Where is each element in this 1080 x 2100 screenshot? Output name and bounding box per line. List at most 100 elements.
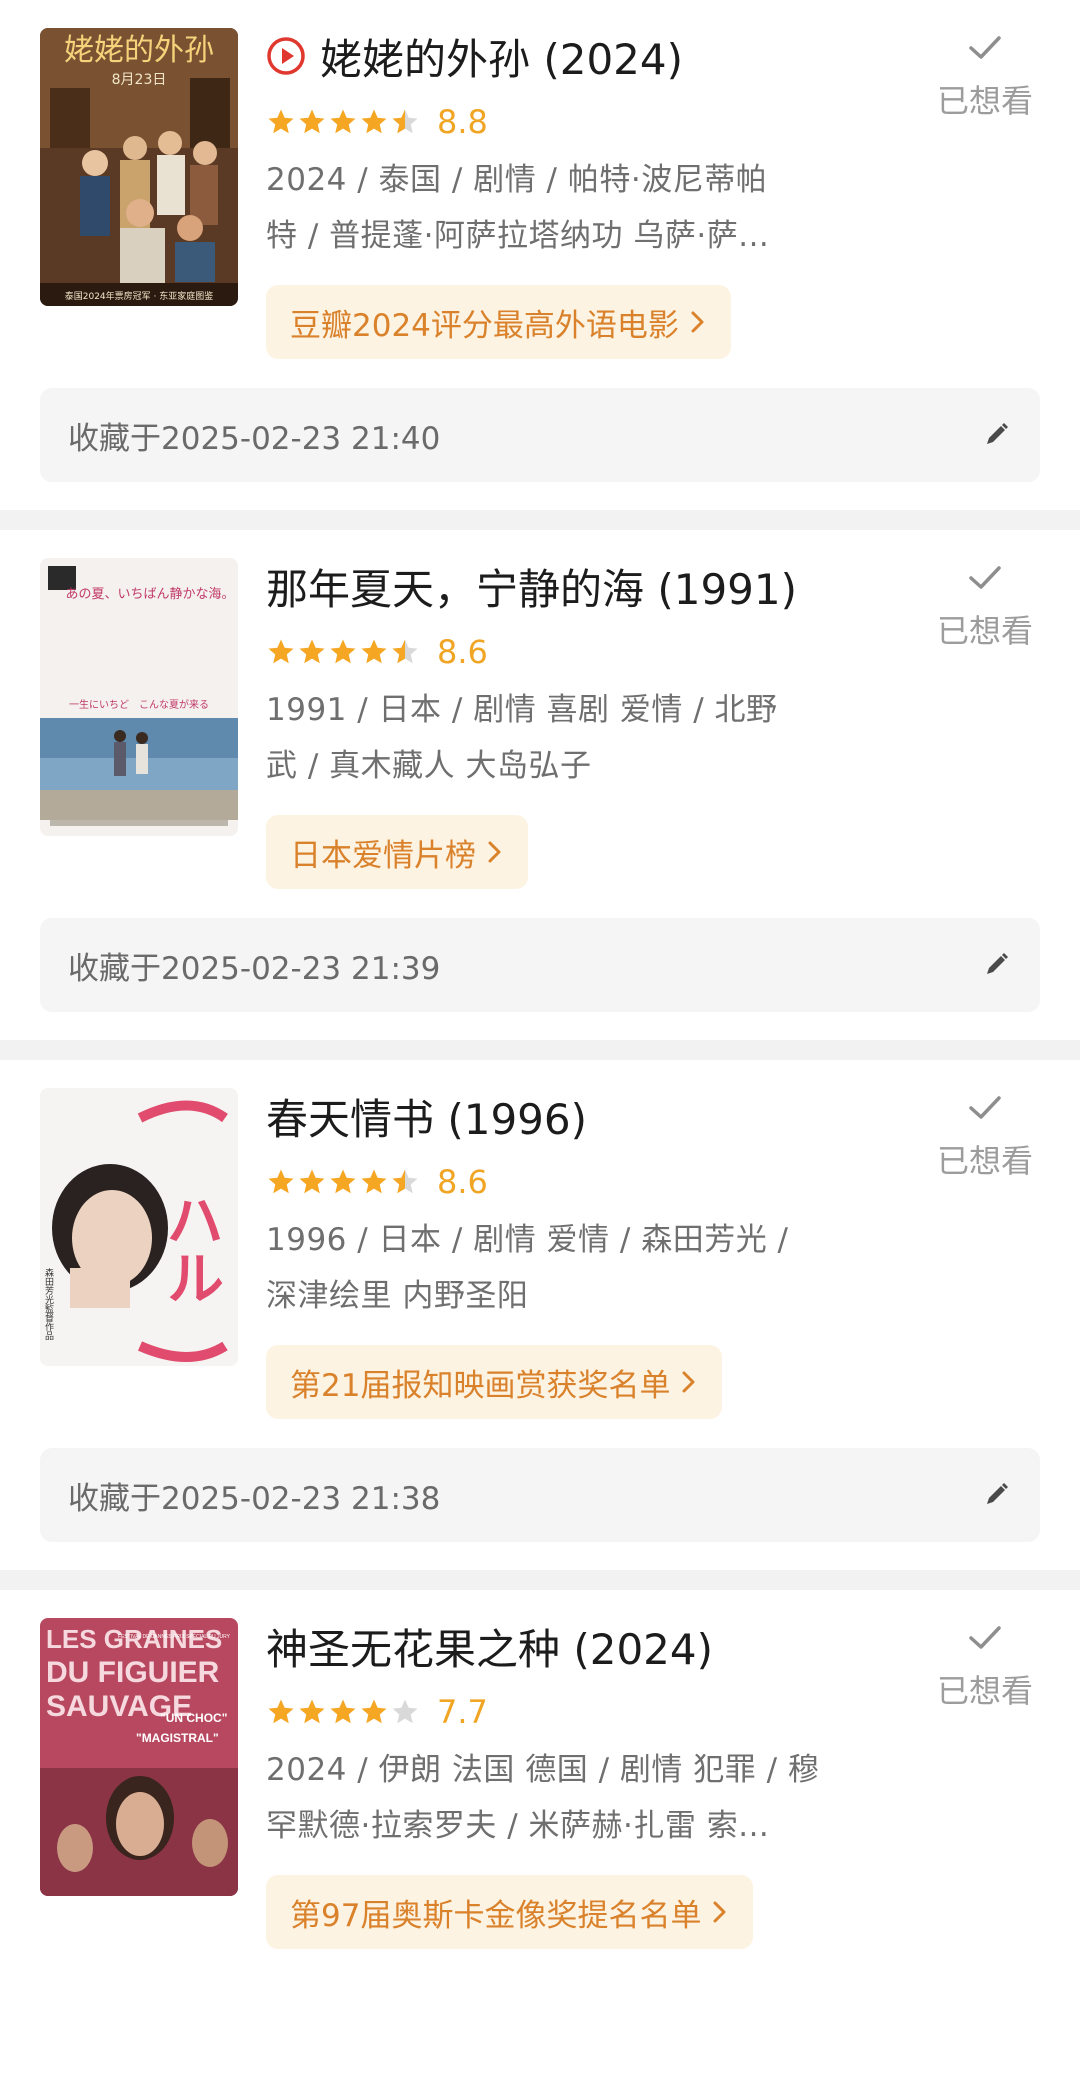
chevron-right-icon	[682, 1371, 695, 1393]
title-row: 神圣无花果之种 (2024)	[266, 1616, 713, 1676]
rating-stars	[266, 1167, 421, 1197]
meta-line: 罕默德·拉索罗夫 / 米萨赫·扎雷 索...	[266, 1808, 770, 1844]
poster-title: 姥姥的外孙	[64, 33, 214, 68]
star-full-icon	[299, 639, 325, 664]
movie-meta: 1991 / 日本 / 剧情 喜剧 爱情 / 北野 武 / 真木藏人 大岛弘子	[266, 682, 856, 794]
movie-card[interactable]: 姥姥的外孙 8月23日 泰国2024年票房冠军 · 东亚家庭图鉴 姥姥的外孙 (…	[0, 0, 1080, 510]
collect-bar: 收藏于2025-02-23 21:38	[40, 1448, 1040, 1542]
meta-line: 1991 / 日本 / 剧情 喜剧 爱情 / 北野	[266, 692, 778, 728]
meta-line: 2024 / 伊朗 法国 德国 / 剧情 犯罪 / 穆	[266, 1752, 820, 1788]
poster-image: ハル 森田芳光監督作品	[40, 1088, 238, 1366]
star-full-icon	[268, 1169, 294, 1194]
check-icon	[969, 1096, 1001, 1119]
movie-poster[interactable]: あの夏、いちばん静かな海。 一生にいちど こんな夏が来る	[40, 558, 238, 836]
chevron-right-icon	[691, 311, 704, 333]
collected-time: 收藏于2025-02-23 21:40	[68, 420, 441, 457]
star-half-icon	[392, 109, 418, 134]
star-half-icon	[392, 1169, 418, 1194]
wish-label: 已想看	[936, 612, 1033, 650]
star-full-icon	[268, 639, 294, 664]
poster-quote: "MAGISTRAL"	[136, 1731, 219, 1745]
title-row: 那年夏天，宁静的海 (1991)	[266, 556, 797, 616]
rating-row: 8.8	[266, 100, 488, 144]
rating-stars	[266, 1697, 421, 1727]
rating-score: 7.7	[437, 1693, 488, 1731]
star-full-icon	[299, 1169, 325, 1194]
list-tag-button[interactable]: 日本爱情片榜	[266, 815, 528, 889]
movie-poster[interactable]: 姥姥的外孙 8月23日 泰国2024年票房冠军 · 东亚家庭图鉴	[40, 28, 238, 306]
wish-status-button[interactable]: 已想看	[930, 560, 1040, 652]
movie-meta: 2024 / 泰国 / 剧情 / 帕特·波尼蒂帕 特 / 普提蓬·阿萨拉塔纳功 …	[266, 152, 856, 264]
collect-bar: 收藏于2025-02-23 21:40	[40, 388, 1040, 482]
movie-title[interactable]: 姥姥的外孙 (2024)	[320, 26, 683, 87]
movie-title[interactable]: 春天情书 (1996)	[266, 1086, 587, 1147]
star-full-icon	[330, 1699, 356, 1724]
meta-line: 深津绘里 内野圣阳	[266, 1278, 529, 1314]
meta-line: 特 / 普提蓬·阿萨拉塔纳功 乌萨·萨...	[266, 218, 770, 254]
meta-line: 2024 / 泰国 / 剧情 / 帕特·波尼蒂帕	[266, 162, 768, 198]
poster-festival: FESTIVAL DE CANNES PRIX SPÉCIAL DU JURY	[118, 1633, 231, 1640]
wish-label: 已想看	[936, 1142, 1033, 1180]
star-full-icon	[299, 109, 325, 134]
star-full-icon	[361, 1169, 387, 1194]
star-full-icon	[361, 109, 387, 134]
edit-pencil-icon[interactable]	[980, 1479, 1012, 1511]
card-separator	[0, 1040, 1080, 1060]
poster-title-line: DU FIGUIER	[46, 1656, 220, 1689]
edit-pencil-icon[interactable]	[980, 419, 1012, 451]
rating-score: 8.8	[437, 103, 488, 141]
poster-quote: "UN CHOC"	[160, 1711, 227, 1725]
star-full-icon	[330, 1169, 356, 1194]
poster-tagline: 一生にいちど こんな夏が来る	[69, 698, 209, 711]
list-tag-button[interactable]: 第21届报知映画赏获奖名单	[266, 1345, 723, 1419]
movie-card[interactable]: ハル 森田芳光監督作品 春天情书 (1996) 8.6 1996 / 日本 / …	[0, 1060, 1080, 1570]
chevron-right-icon	[713, 1901, 726, 1923]
star-full-icon	[268, 109, 294, 134]
list-tag-button[interactable]: 第97届奥斯卡金像奖提名名单	[266, 1875, 754, 1949]
title-row: 春天情书 (1996)	[266, 1086, 587, 1146]
check-icon	[969, 36, 1001, 59]
star-full-icon	[299, 1699, 325, 1724]
play-icon[interactable]	[266, 36, 306, 76]
collect-bar: 收藏于2025-02-23 21:39	[40, 918, 1040, 1012]
check-icon	[969, 566, 1001, 589]
edit-pencil-icon[interactable]	[980, 949, 1012, 981]
list-tag-label: 日本爱情片榜	[290, 837, 476, 874]
poster-side-text: 森田芳光監督作品	[43, 1267, 54, 1341]
poster-title: ハル	[156, 1190, 224, 1306]
star-full-icon	[330, 109, 356, 134]
movie-title[interactable]: 那年夏天，宁静的海 (1991)	[266, 556, 797, 617]
movie-title[interactable]: 神圣无花果之种 (2024)	[266, 1616, 713, 1677]
list-tag-label: 第21届报知映画赏获奖名单	[290, 1367, 671, 1404]
collected-time: 收藏于2025-02-23 21:39	[68, 950, 441, 987]
rating-row: 8.6	[266, 630, 488, 674]
wish-status-button[interactable]: 已想看	[930, 30, 1040, 122]
list-tag-label: 第97届奥斯卡金像奖提名名单	[290, 1897, 702, 1934]
poster-image: あの夏、いちばん静かな海。 一生にいちど こんな夏が来る	[40, 558, 238, 836]
rating-row: 7.7	[266, 1690, 488, 1734]
star-full-icon	[361, 639, 387, 664]
star-full-icon	[268, 1699, 294, 1724]
collected-time: 收藏于2025-02-23 21:38	[68, 1480, 441, 1517]
wish-status-button[interactable]: 已想看	[930, 1620, 1040, 1712]
wish-status-button[interactable]: 已想看	[930, 1090, 1040, 1182]
rating-score: 8.6	[437, 1163, 488, 1201]
meta-line: 武 / 真木藏人 大岛弘子	[266, 748, 592, 784]
meta-line: 1996 / 日本 / 剧情 爱情 / 森田芳光 /	[266, 1222, 789, 1258]
movie-poster[interactable]: LES GRAINES DU FIGUIER SAUVAGE "UN CHOC"…	[40, 1618, 238, 1896]
rating-stars	[266, 637, 421, 667]
star-full-icon	[330, 639, 356, 664]
card-separator	[0, 510, 1080, 530]
chevron-right-icon	[488, 841, 501, 863]
star-empty-icon	[392, 1699, 418, 1724]
star-full-icon	[361, 1699, 387, 1724]
movie-card[interactable]: あの夏、いちばん静かな海。 一生にいちど こんな夏が来る 那年夏天，宁静的海 (…	[0, 530, 1080, 1040]
list-tag-label: 豆瓣2024评分最高外语电影	[290, 307, 679, 344]
wish-label: 已想看	[936, 1672, 1033, 1710]
card-separator	[0, 1570, 1080, 1590]
poster-title: あの夏、いちばん静かな海。	[65, 587, 234, 602]
movie-card[interactable]: LES GRAINES DU FIGUIER SAUVAGE "UN CHOC"…	[0, 1590, 1080, 2100]
rating-stars	[266, 107, 421, 137]
list-tag-button[interactable]: 豆瓣2024评分最高外语电影	[266, 285, 731, 359]
movie-poster[interactable]: ハル 森田芳光監督作品	[40, 1088, 238, 1366]
